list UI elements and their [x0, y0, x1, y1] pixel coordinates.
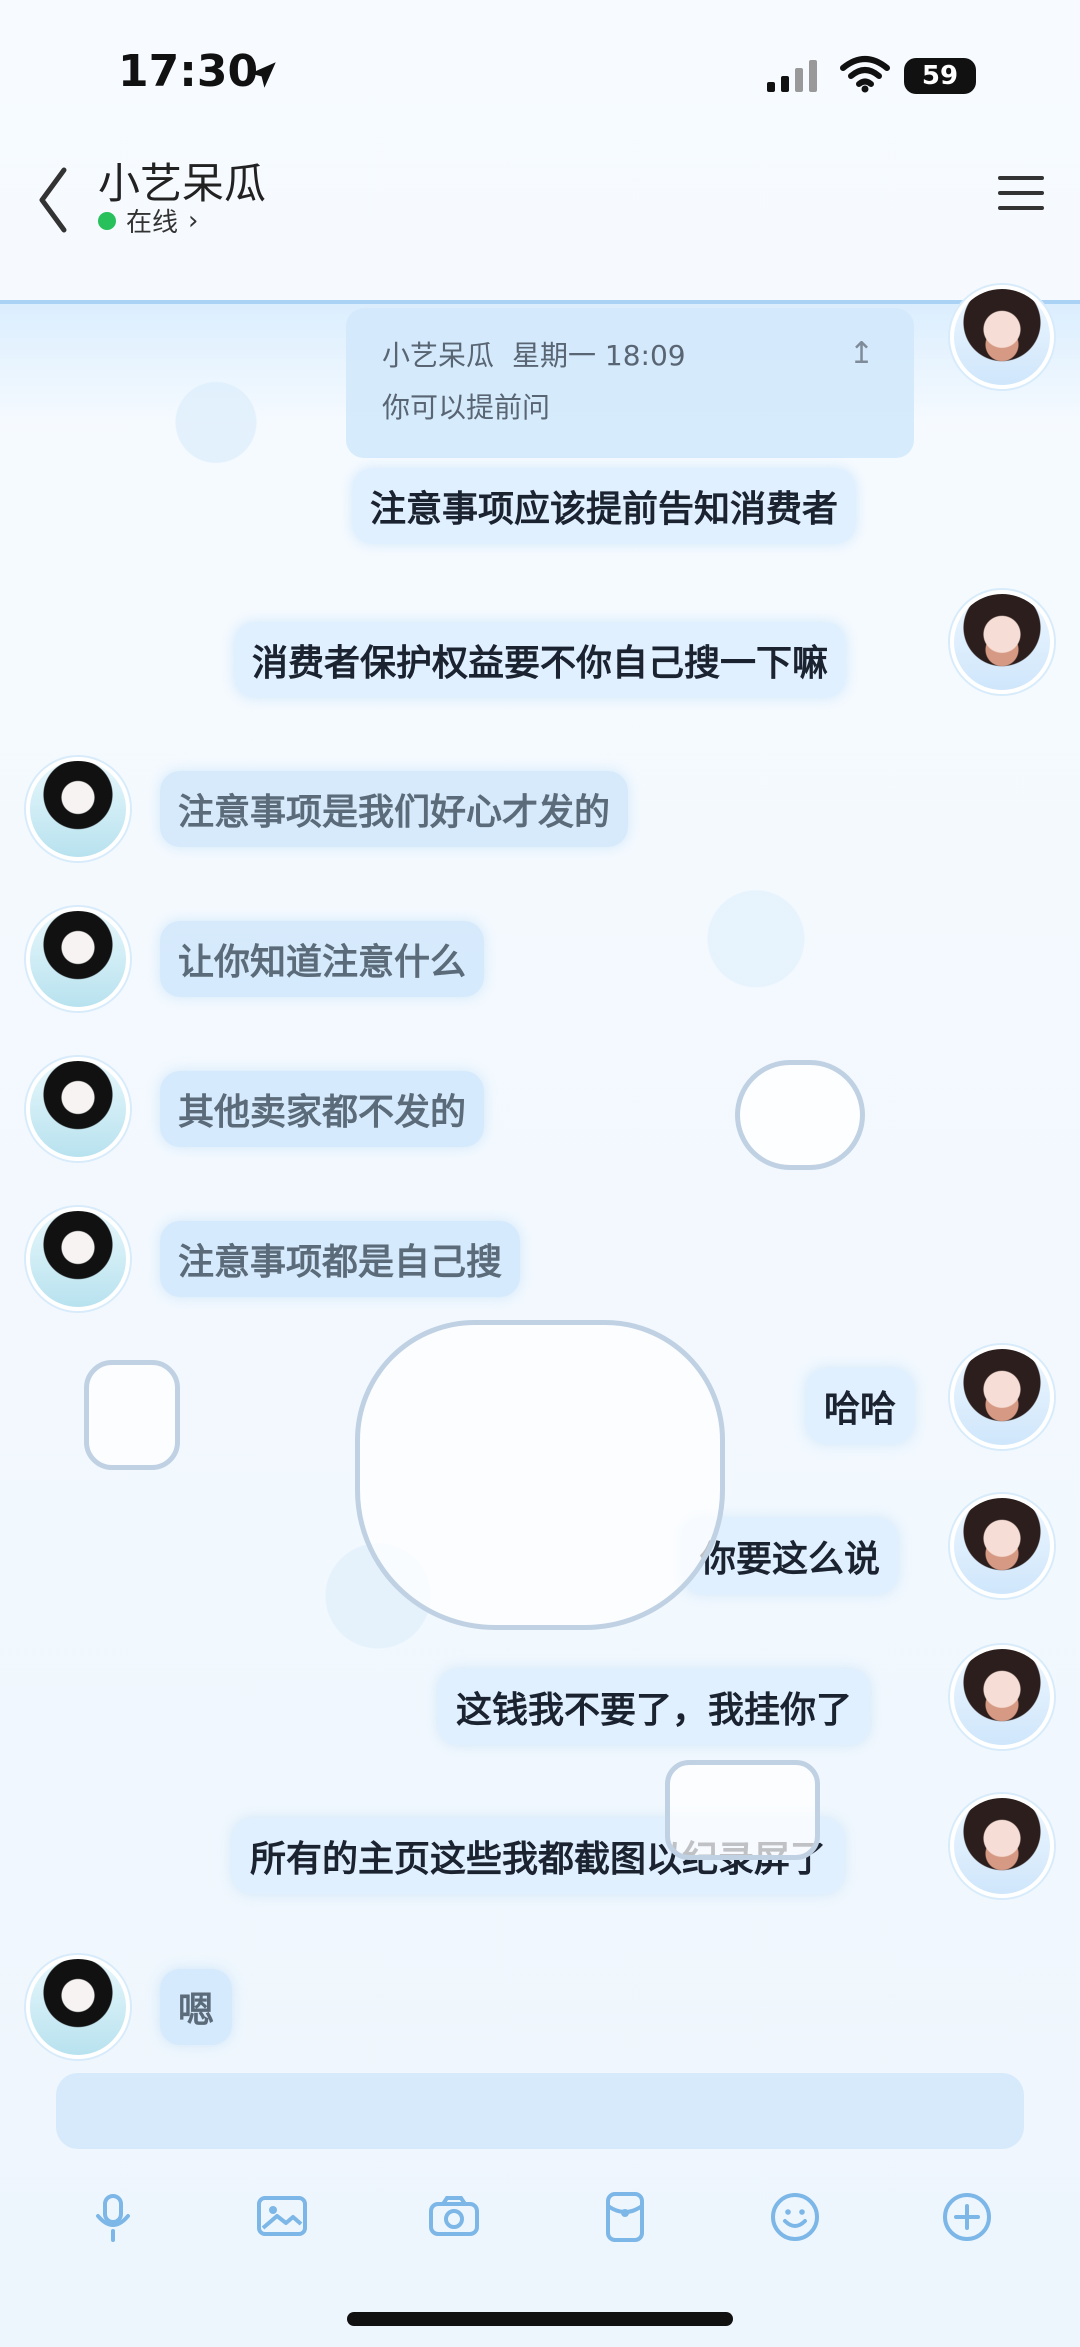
jar-illustration: [84, 1360, 180, 1470]
contact-avatar[interactable]: [26, 1057, 130, 1161]
message-bubble[interactable]: 让你知道注意什么: [160, 921, 485, 997]
menu-icon[interactable]: [996, 168, 1046, 218]
quoted-time: 星期一 18:09: [512, 339, 686, 372]
message-bubble[interactable]: 嗯: [160, 1969, 233, 2045]
quoted-sender: 小艺呆瓜: [382, 339, 495, 372]
contact-avatar[interactable]: [26, 1955, 130, 2059]
message-bubble[interactable]: 注意事项应该提前告知消费者: [352, 468, 857, 544]
quoted-message[interactable]: 小艺呆瓜 星期一 18:09 你可以提前问 ↥: [346, 308, 914, 458]
self-avatar[interactable]: [950, 1794, 1054, 1898]
chevron-right-icon: ›: [188, 205, 199, 236]
bear-illustration: [355, 1320, 725, 1630]
message-row-left: 注意事项是我们好心才发的: [26, 757, 629, 861]
message-row-left: 其他卖家都不发的: [26, 1057, 485, 1161]
self-avatar[interactable]: [950, 590, 1054, 694]
emoji-icon[interactable]: [766, 2188, 824, 2246]
self-avatar[interactable]: [950, 1645, 1054, 1749]
microphone-icon[interactable]: [84, 2188, 142, 2246]
chat-header: 小艺呆瓜 在线 ›: [0, 150, 1080, 260]
contact-avatar[interactable]: [26, 1207, 130, 1311]
self-avatar[interactable]: [950, 1345, 1054, 1449]
presence-status[interactable]: 在线 ›: [98, 202, 198, 239]
presence-label: 在线: [126, 208, 179, 238]
battery-indicator: 59: [904, 58, 976, 94]
status-time: 17:30: [118, 46, 259, 97]
self-avatar[interactable]: [950, 1494, 1054, 1598]
message-input[interactable]: [56, 2073, 1024, 2149]
quoted-text: 你可以提前问: [382, 391, 551, 424]
camera-icon[interactable]: [425, 2188, 483, 2246]
chat-toolbar: [0, 2176, 1080, 2286]
message-bubble[interactable]: 这钱我不要了，我挂你了: [438, 1669, 871, 1745]
contact-avatar[interactable]: [26, 907, 130, 1011]
message-row-left: 注意事项都是自己搜: [26, 1207, 521, 1311]
online-dot-icon: [98, 211, 116, 230]
message-row-right: 注意事项应该提前告知消费者: [352, 468, 857, 544]
message-bubble[interactable]: 消费者保护权益要不你自己搜一下嘛: [234, 622, 847, 698]
message-row-right: 消费者保护权益要不你自己搜一下嘛: [234, 622, 847, 698]
tooth-illustration: [735, 1060, 865, 1170]
message-bubble[interactable]: 其他卖家都不发的: [160, 1071, 485, 1147]
red-packet-icon[interactable]: [596, 2188, 654, 2246]
message-row-right: 哈哈: [806, 1368, 915, 1444]
collapse-arrow-icon: ↥: [848, 336, 874, 371]
plus-icon[interactable]: [938, 2188, 996, 2246]
message-row-left: 嗯: [26, 1955, 233, 2059]
contact-avatar[interactable]: [26, 757, 130, 861]
box-illustration: [665, 1760, 820, 1860]
message-bubble[interactable]: 注意事项都是自己搜: [160, 1221, 521, 1297]
self-avatar[interactable]: [950, 285, 1054, 389]
message-row-right: 这钱我不要了，我挂你了: [438, 1669, 871, 1745]
message-row-left: 让你知道注意什么: [26, 907, 485, 1011]
message-bubble[interactable]: 注意事项是我们好心才发的: [160, 771, 629, 847]
wifi-icon: [840, 56, 890, 93]
status-bar: 17:30 59: [0, 0, 1080, 150]
cellular-signal-icon: [767, 60, 817, 92]
home-indicator: [347, 2312, 733, 2326]
message-bubble[interactable]: 哈哈: [806, 1368, 915, 1444]
location-arrow-icon: [250, 62, 276, 88]
chevron-left-icon[interactable]: [30, 160, 80, 240]
image-icon[interactable]: [253, 2188, 311, 2246]
